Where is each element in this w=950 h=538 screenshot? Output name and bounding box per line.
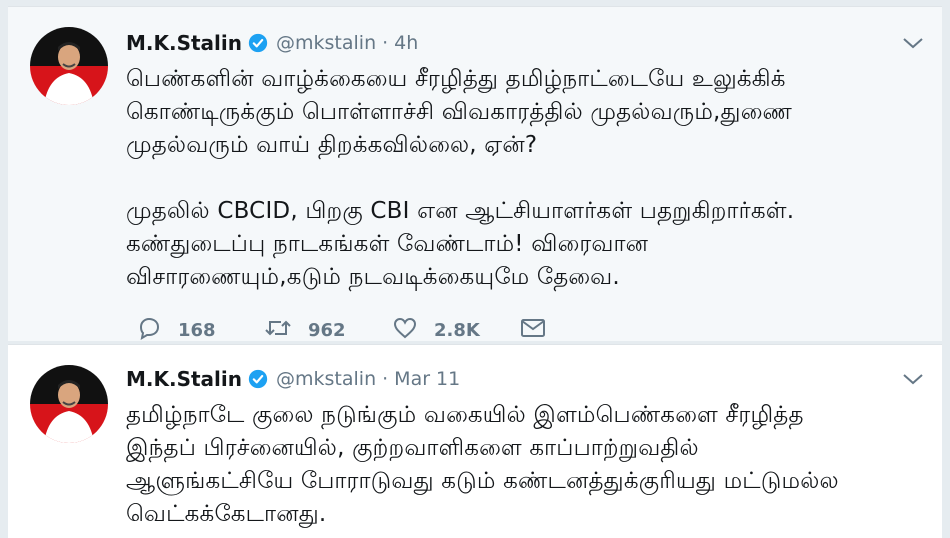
tweet-content: M.K.Stalin @mkstalin · 4h பெண்களின் வாழ்… [126,29,924,345]
reply-count: 168 [178,320,216,341]
retweet-icon [264,316,292,345]
author-handle[interactable]: @mkstalin [276,32,376,54]
tweet[interactable]: M.K.Stalin @mkstalin · Mar 11 தமிழ்நாடே … [8,344,942,538]
tweet[interactable]: M.K.Stalin @mkstalin · 4h பெண்களின் வாழ்… [8,6,942,341]
direct-message-button[interactable] [520,317,546,344]
retweet-count: 962 [308,320,346,341]
tweet-text: தமிழ்நாடே குலை நடுங்கும் வகையில் இளம்பெண… [126,402,839,527]
tweet-feed: M.K.Stalin @mkstalin · 4h பெண்களின் வாழ்… [0,0,950,538]
chevron-down-icon[interactable] [902,371,924,390]
direct-message-icon [520,317,546,344]
like-count: 2.8K [434,320,480,341]
author-name[interactable]: M.K.Stalin [126,367,242,391]
like-button[interactable]: 2.8K [392,316,520,345]
verified-badge-icon [248,369,268,389]
reply-button[interactable]: 168 [136,316,264,345]
tweet-header: M.K.Stalin @mkstalin · 4h [126,29,924,57]
retweet-button[interactable]: 962 [264,316,392,345]
tweet-actions: 168 962 2.8K [136,316,924,345]
avatar[interactable] [30,27,108,105]
like-icon [392,316,418,345]
timestamp[interactable]: Mar 11 [394,368,460,390]
avatar[interactable] [30,365,108,443]
verified-badge-icon [248,33,268,53]
tweet-text: பெண்களின் வாழ்க்கையை சீரழித்து தமிழ்நாட்… [126,66,795,290]
separator: · [382,32,389,54]
author-handle[interactable]: @mkstalin [276,368,376,390]
tweet-header: M.K.Stalin @mkstalin · Mar 11 [126,365,924,393]
tweet-content: M.K.Stalin @mkstalin · Mar 11 தமிழ்நாடே … [126,365,924,531]
reply-icon [136,316,162,345]
separator: · [382,368,389,390]
chevron-down-icon[interactable] [902,35,924,54]
author-name[interactable]: M.K.Stalin [126,31,242,55]
timestamp[interactable]: 4h [394,32,418,54]
